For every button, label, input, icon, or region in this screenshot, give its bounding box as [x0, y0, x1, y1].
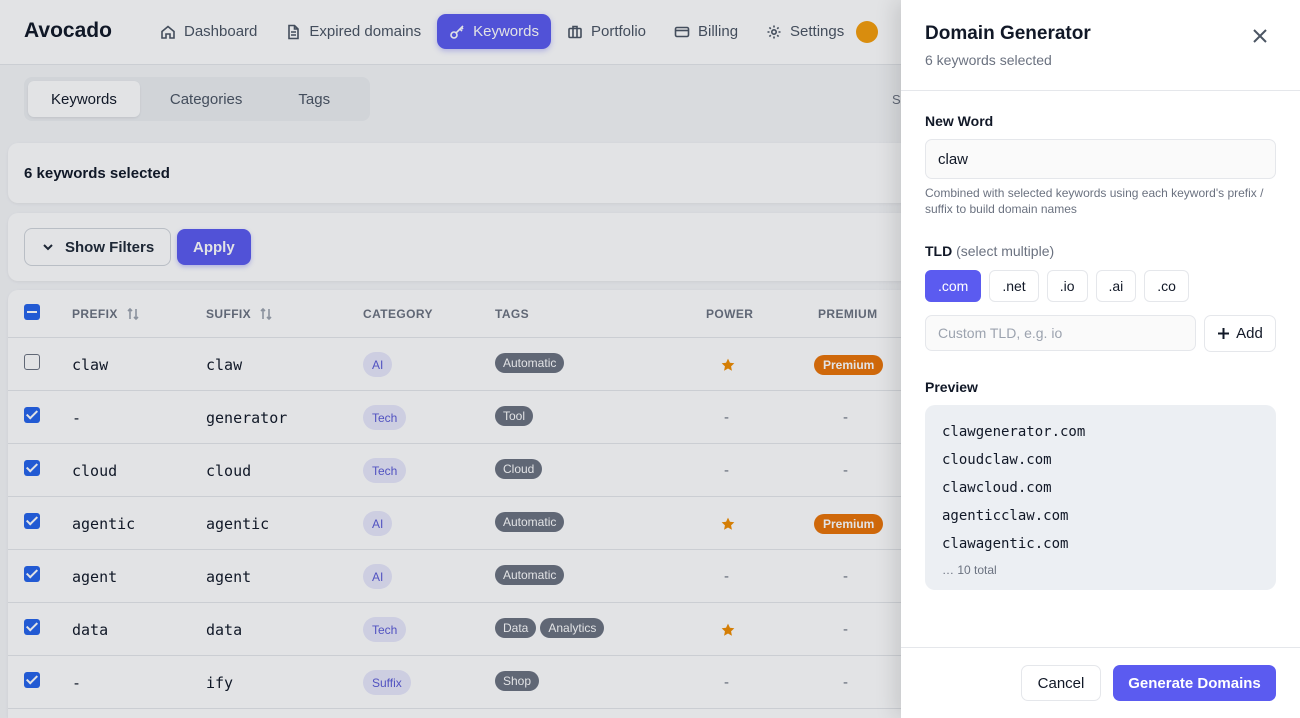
header-divider — [901, 90, 1300, 91]
preview-item: agenticclaw.com — [942, 508, 1069, 524]
cancel-button[interactable]: Cancel — [1021, 665, 1101, 701]
tld-label-text: TLD — [925, 243, 953, 259]
preview-item: clawgenerator.com — [942, 424, 1086, 440]
preview-label: Preview — [925, 379, 978, 395]
tld-options: .com .net .io .ai .co — [925, 270, 1189, 302]
footer-divider — [901, 647, 1300, 648]
preview-box: clawgenerator.com cloudclaw.com clawclou… — [925, 405, 1276, 590]
close-button[interactable] — [1248, 24, 1272, 48]
tld-option-net[interactable]: .net — [989, 270, 1039, 302]
new-word-input[interactable] — [925, 139, 1276, 179]
preview-total: … 10 total — [942, 563, 997, 577]
tld-option-com[interactable]: .com — [925, 270, 982, 302]
tld-option-co[interactable]: .co — [1144, 270, 1189, 302]
preview-item: clawagentic.com — [942, 536, 1069, 552]
generate-domains-button[interactable]: Generate Domains — [1113, 665, 1276, 701]
new-word-help: Combined with selected keywords using ea… — [925, 186, 1264, 216]
plus-icon — [1218, 328, 1230, 339]
preview-item: clawcloud.com — [942, 480, 1052, 496]
custom-tld-input[interactable] — [925, 315, 1196, 351]
drawer-subtitle: 6 keywords selected — [925, 52, 1052, 68]
drawer-title: Domain Generator — [925, 23, 1091, 44]
tld-option-io[interactable]: .io — [1046, 270, 1088, 302]
preview-item: cloudclaw.com — [942, 452, 1052, 468]
close-icon — [1253, 29, 1267, 43]
add-tld-button[interactable]: Add — [1204, 315, 1276, 352]
add-label: Add — [1236, 325, 1263, 342]
domain-generator-drawer: Domain Generator 6 keywords selected New… — [901, 0, 1300, 718]
new-word-label: New Word — [925, 113, 994, 129]
tld-hint: (select multiple) — [956, 243, 1055, 259]
tld-label: TLD (select multiple) — [925, 243, 1054, 259]
tld-option-ai[interactable]: .ai — [1095, 270, 1137, 302]
